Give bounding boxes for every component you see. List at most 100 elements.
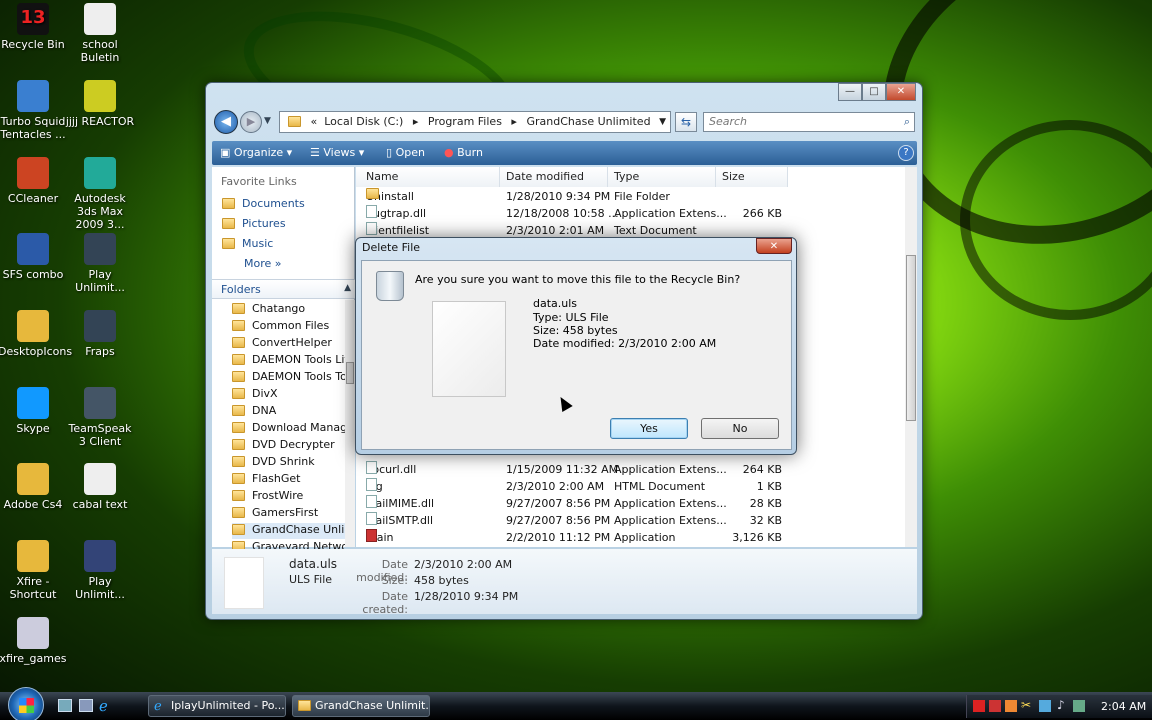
desktop-icon-desktop-icons-folder[interactable]: DesktopIcons xyxy=(0,310,72,358)
breadcrumb-local-disk[interactable]: Local Disk (C:) xyxy=(324,115,403,128)
close-button[interactable]: ✕ xyxy=(886,83,916,101)
file-scrollbar[interactable] xyxy=(905,167,917,547)
desktop-icon-xfire-games[interactable]: xfire_games xyxy=(0,617,68,665)
volume-icon[interactable]: ♪ xyxy=(1057,698,1065,712)
folder-tree-item[interactable]: FlashGet xyxy=(232,472,345,488)
refresh-icon[interactable]: ⇆ xyxy=(675,112,697,132)
tray-app-icon[interactable] xyxy=(973,700,985,712)
minimize-button[interactable]: — xyxy=(838,83,862,101)
column-header-name[interactable]: Name xyxy=(356,167,500,187)
search-icon[interactable]: ⌕ xyxy=(904,113,910,131)
help-icon[interactable]: ? xyxy=(898,145,914,161)
desktop-icon-autodesk-3ds-max[interactable]: Autodesk 3ds Max 2009 3... xyxy=(65,157,135,231)
desktop-icon-label: Xfire - Shortcut xyxy=(9,575,57,601)
collapse-icon[interactable]: ▲ xyxy=(344,283,351,293)
taskbar-item-iplay[interactable]: ℯ IplayUnlimited - Po... xyxy=(148,695,286,717)
desktop-icon-ccleaner[interactable]: CCleaner xyxy=(0,157,68,205)
delete-file-dialog[interactable]: Delete File ✕ Are you sure you want to m… xyxy=(355,237,797,455)
folder-tree-item[interactable]: DAEMON Tools Lit xyxy=(232,353,345,369)
breadcrumb-program-files[interactable]: Program Files xyxy=(428,115,502,128)
desktop-icon-play-unlimited-2[interactable]: Play Unlimit... xyxy=(65,540,135,601)
desktop-icon-label: Turbo Squid Tentacles ... xyxy=(0,115,66,141)
folder-tree-item[interactable]: GrandChase Unlim xyxy=(232,523,345,539)
desktop-icon-sfs-combo[interactable]: SFS combo xyxy=(0,233,68,281)
desktop-icon-play-unlimited[interactable]: Play Unlimit... xyxy=(65,233,135,294)
table-row[interactable]: MailMIME.dll 9/27/2007 8:56 PM Application… xyxy=(356,495,905,512)
column-header-size[interactable]: Size xyxy=(716,167,788,187)
tray-app-icon[interactable] xyxy=(1073,700,1085,712)
desktop-icon-xfire-shortcut[interactable]: Xfire - Shortcut xyxy=(0,540,68,601)
favorite-link-pictures[interactable]: Pictures xyxy=(222,217,286,230)
desktop-icon-cabal-text[interactable]: cabal text xyxy=(65,463,135,511)
xfire-shortcut-icon xyxy=(17,540,49,572)
no-button[interactable]: No xyxy=(701,418,779,439)
breadcrumb-grandchase[interactable]: GrandChase Unlimited xyxy=(526,115,650,128)
file-scroll-thumb[interactable] xyxy=(906,255,916,421)
folder-tree-item[interactable]: FrostWire xyxy=(232,489,345,505)
desktop-icon-fraps[interactable]: Fraps xyxy=(65,310,135,358)
table-row[interactable]: main 2/2/2010 11:12 PM Application 3,126 KB xyxy=(356,529,905,546)
tray-app-icon[interactable] xyxy=(989,700,1001,712)
favorite-link-music[interactable]: Music xyxy=(222,237,273,250)
internet-explorer-icon[interactable]: ℯ xyxy=(99,697,108,715)
folder-tree-item[interactable]: DVD Decrypter xyxy=(232,438,345,454)
history-dropdown-icon[interactable]: ▼ xyxy=(264,116,271,126)
desktop-icon-label: TeamSpeak 3 Client xyxy=(68,422,132,448)
back-button[interactable]: ◀ xyxy=(214,110,238,134)
network-icon[interactable] xyxy=(1039,700,1051,712)
desktop-icon-label: Fraps xyxy=(85,345,115,358)
nav-scroll-thumb[interactable] xyxy=(346,362,354,384)
dialog-close-button[interactable]: ✕ xyxy=(756,238,792,254)
table-row[interactable]: bugtrap.dll 12/18/2008 10:58 ... Applicati… xyxy=(356,205,905,222)
address-bar[interactable]: « Local Disk (C:) ▸ Program Files ▸ Gran… xyxy=(279,111,671,133)
column-header-type[interactable]: Type xyxy=(608,167,716,187)
desktop-icon-teamspeak[interactable]: TeamSpeak 3 Client xyxy=(65,387,135,448)
views-button[interactable]: ☰ Views ▾ xyxy=(310,146,364,159)
folder-tree-item[interactable]: ConvertHelper xyxy=(232,336,345,352)
desktop-icon-recycle-bin[interactable]: 13 Recycle Bin xyxy=(0,3,68,51)
folder-tree-item[interactable]: GamersFirst xyxy=(232,506,345,522)
folder-tree-item[interactable]: Chatango xyxy=(232,302,345,318)
desktop-icon-skype[interactable]: Skype xyxy=(0,387,68,435)
column-header-date[interactable]: Date modified xyxy=(500,167,608,187)
table-row[interactable]: log 2/3/2010 2:00 AM HTML Document 1 KB xyxy=(356,478,905,495)
tray-tool-icon[interactable]: ✂ xyxy=(1021,698,1031,712)
yes-button[interactable]: Yes xyxy=(610,418,688,439)
tray-app-icon[interactable] xyxy=(1005,700,1017,712)
file-icon xyxy=(366,222,377,235)
file-icon xyxy=(366,495,377,508)
search-input[interactable]: Search ⌕ xyxy=(703,112,915,132)
burn-button[interactable]: ● Burn xyxy=(444,146,483,159)
desktop-icon-school-buletin[interactable]: school Buletin xyxy=(65,3,135,64)
open-button[interactable]: ▯ Open xyxy=(386,146,425,159)
table-row[interactable]: MailSMTP.dll 9/27/2007 8:56 PM Application… xyxy=(356,512,905,529)
more-link[interactable]: More » xyxy=(244,257,282,270)
folder-tree-item[interactable]: DVD Shrink xyxy=(232,455,345,471)
file-icon xyxy=(366,512,377,525)
folder-tree-item[interactable]: DNA xyxy=(232,404,345,420)
folder-icon xyxy=(288,116,301,127)
organize-button[interactable]: ▣ Organize ▾ xyxy=(220,146,292,159)
taskbar-item-grandchase[interactable]: GrandChase Unlimit... xyxy=(292,695,430,717)
desktop-icon-turbo-squid[interactable]: Turbo Squid Tentacles ... xyxy=(0,80,68,141)
table-row[interactable]: libcurl.dll 1/15/2009 11:32 AM Application… xyxy=(356,461,905,478)
nav-scrollbar[interactable] xyxy=(345,300,355,547)
table-row[interactable]: Uninstall 1/28/2010 9:34 PM File Folder xyxy=(356,188,905,205)
folders-header[interactable]: Folders ▲ xyxy=(212,279,355,299)
favorite-link-documents[interactable]: Documents xyxy=(222,197,305,210)
maximize-button[interactable]: □ xyxy=(862,83,886,101)
desktop-icon-jjjj-reactor[interactable]: jjjj REACTOR xyxy=(65,80,135,128)
folder-tree-item[interactable]: Common Files xyxy=(232,319,345,335)
clock[interactable]: 2:04 AM xyxy=(1101,700,1146,713)
desktop-icon-adobe-cs4[interactable]: Adobe Cs4 xyxy=(0,463,68,511)
address-dropdown-icon[interactable]: ▼ xyxy=(659,112,666,132)
folder-tree-item[interactable]: DAEMON Tools To xyxy=(232,370,345,386)
show-desktop-icon[interactable] xyxy=(58,699,72,712)
folder-tree-item[interactable]: Download Manage xyxy=(232,421,345,437)
recycle-bin-icon xyxy=(376,271,404,301)
folder-tree-item[interactable]: DivX xyxy=(232,387,345,403)
forward-button[interactable]: ▶ xyxy=(240,111,262,133)
folder-tree-label: FrostWire xyxy=(252,489,304,502)
switch-windows-icon[interactable] xyxy=(79,699,93,712)
start-button[interactable] xyxy=(8,687,44,720)
